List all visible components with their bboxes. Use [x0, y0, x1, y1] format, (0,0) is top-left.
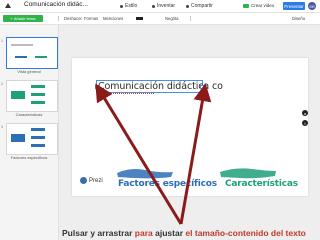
mode-compartir[interactable]: Compartir: [186, 2, 213, 10]
undo-button[interactable]: Deshacer: [64, 15, 82, 22]
selected-text-box[interactable]: Comunicación didáctica co: [95, 80, 223, 94]
caption-part: tamaño-contenido: [194, 228, 269, 238]
topic-caracteristicas[interactable]: Características: [225, 179, 298, 189]
document-title[interactable]: Comunicación didác...: [24, 1, 88, 8]
share-icon: [186, 4, 189, 8]
thumb-number: 2: [1, 82, 3, 86]
editor-canvas[interactable]: Comunicación didáctica co a t Factores e…: [59, 25, 320, 240]
sparkle-icon: [152, 4, 155, 8]
caption-part: el: [185, 228, 193, 238]
add-topic-button[interactable]: + Añadir tema: [3, 15, 43, 22]
thumbnail-label: Factores específicos: [10, 155, 48, 160]
mode-inventar[interactable]: Inventar: [152, 2, 175, 10]
topic-factores-especificos[interactable]: Factores específicos: [118, 179, 217, 189]
video-icon: [243, 3, 249, 8]
resize-handle-right[interactable]: [200, 85, 204, 89]
thumbnail-preview: [11, 85, 45, 104]
divider: [190, 16, 191, 21]
slides-sidebar: 1 Vista general 2 Características 3 Fact…: [0, 25, 59, 240]
design-button[interactable]: Diseño: [292, 15, 305, 22]
present-button[interactable]: Presentar: [283, 2, 305, 10]
thumbnail-label: Características: [15, 112, 43, 117]
edit-toolbar: + Añadir tema Deshacer Formas Menciones …: [0, 13, 320, 25]
slide[interactable]: Comunicación didáctica co a t Factores e…: [72, 58, 308, 196]
plus-icon: +: [10, 16, 13, 21]
thumbnail-characteristics[interactable]: [6, 80, 58, 112]
thumb-number: 1: [1, 39, 3, 43]
caption-part: del texto: [270, 228, 306, 238]
side-button-a[interactable]: a: [302, 110, 308, 116]
thumbnail-overview[interactable]: [6, 37, 58, 69]
caption-part: Pulsar y arrastrar: [62, 228, 133, 238]
pencil-icon: [120, 4, 123, 8]
create-video-button[interactable]: Crear video: [243, 2, 274, 9]
thumbnail-preview: [11, 128, 45, 147]
thumbnail-label: Vista general: [17, 69, 41, 74]
avatar[interactable]: SR: [308, 2, 316, 10]
app-logo-icon[interactable]: [4, 2, 12, 10]
mode-estilo[interactable]: Estilo: [120, 2, 137, 10]
shapes-button[interactable]: Formas: [84, 15, 98, 22]
mentions-button[interactable]: Menciones: [103, 15, 123, 22]
thumbnail-specific-factors[interactable]: [6, 123, 58, 155]
side-button-t[interactable]: t: [302, 120, 308, 126]
caption-part: para: [134, 228, 153, 238]
spellcheck-underline: [99, 91, 154, 94]
prezi-brand: Prezi: [80, 177, 103, 184]
color-swatch[interactable]: [136, 17, 143, 20]
bold-button[interactable]: Negrita: [165, 15, 179, 22]
divider: [58, 16, 59, 21]
resize-handle-left[interactable]: [95, 85, 99, 89]
prezi-logo-icon: [80, 177, 87, 184]
top-bar: Comunicación didác... Estilo Inventar Co…: [0, 0, 320, 13]
instruction-caption: Pulsar y arrastrar para ajustar el tamañ…: [62, 228, 306, 238]
thumb-number: 3: [1, 125, 3, 129]
caption-part: ajustar: [155, 228, 184, 238]
thumbnail-preview: [11, 44, 47, 58]
